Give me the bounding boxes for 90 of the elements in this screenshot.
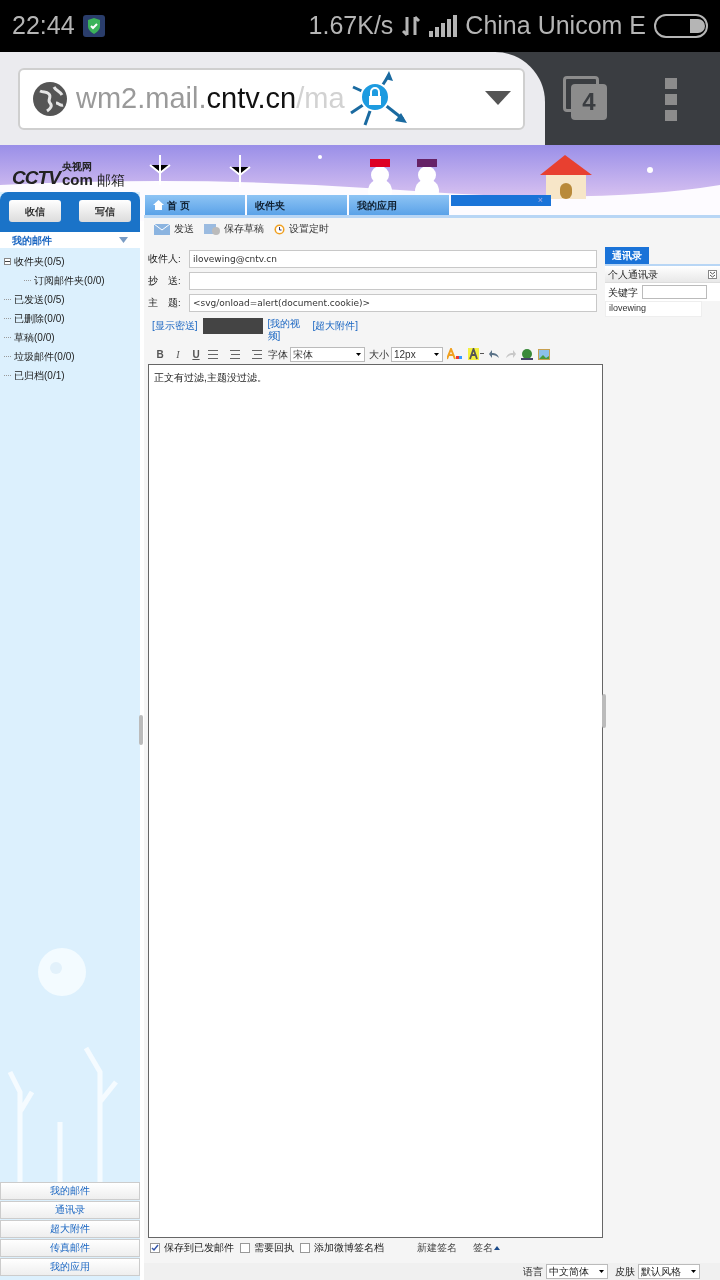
- group-header[interactable]: 个人通讯录: [605, 266, 720, 283]
- tab[interactable]: 我的应用: [349, 195, 449, 215]
- nav-button[interactable]: 传真邮件: [0, 1239, 140, 1257]
- link[interactable]: [显示密送]: [152, 318, 198, 333]
- folder-item[interactable]: 垃圾邮件(0/0): [14, 349, 75, 364]
- folder-item[interactable]: 收件夹(0/5): [14, 254, 65, 269]
- network-speed: 1.67K/s: [308, 10, 394, 42]
- envelope-icon: [154, 223, 170, 235]
- menu-icon[interactable]: [665, 78, 677, 122]
- language-label: 语言: [523, 1265, 543, 1279]
- logo-com: com: [61, 172, 93, 187]
- field-label: 收件人:: [148, 251, 182, 266]
- align-center-icon[interactable]: [228, 349, 242, 359]
- toolbar-button[interactable]: 设置定时: [274, 221, 329, 237]
- folder-item[interactable]: 已删除(0/0): [14, 311, 65, 326]
- nav-button[interactable]: 超大附件: [0, 1220, 140, 1238]
- caret-icon[interactable]: [119, 237, 128, 243]
- italic-button[interactable]: I: [170, 346, 186, 362]
- shield-icon: [82, 15, 105, 37]
- underline-button[interactable]: U: [188, 346, 204, 362]
- checkbox-label: 保存到已发邮件: [164, 1240, 234, 1255]
- checkbox-label: 需要回执: [254, 1240, 294, 1255]
- link[interactable]: [我的视频]: [267, 318, 304, 342]
- signature-button[interactable]: 签名: [473, 1240, 500, 1256]
- folder-item[interactable]: 已归档(0/1): [14, 368, 65, 383]
- highlight-icon[interactable]: [468, 348, 484, 360]
- font-color-icon[interactable]: [447, 348, 463, 360]
- sidebar-button[interactable]: 写信: [79, 200, 131, 222]
- dropdown-icon[interactable]: [485, 90, 511, 107]
- caret-icon: [599, 1270, 604, 1273]
- clock-time: 22:44: [12, 10, 75, 42]
- skin-label: 皮肤: [615, 1265, 635, 1279]
- tab[interactable]: 首 页: [145, 195, 245, 215]
- keyword-label: 关键字: [608, 285, 638, 300]
- logo-mark: CCTV: [12, 168, 60, 187]
- bold-button[interactable]: B: [152, 346, 168, 362]
- folder-item[interactable]: 订阅邮件夹(0/0): [34, 273, 105, 288]
- collapse-icon[interactable]: [708, 269, 717, 279]
- font-label: 字体: [268, 347, 288, 362]
- checkbox-label: 添加微博签名档: [314, 1240, 384, 1255]
- body-text: 正文有过滤,主题没过滤。: [154, 371, 268, 385]
- editor-area[interactable]: 正文有过滤,主题没过滤。: [148, 364, 603, 1238]
- nav-button[interactable]: 我的邮件: [0, 1182, 140, 1200]
- check-icon: [151, 1244, 159, 1252]
- home-icon: [153, 200, 164, 210]
- link[interactable]: [超大附件]: [312, 318, 359, 333]
- field-label: 抄 送:: [148, 273, 182, 288]
- signal-icon: [429, 15, 458, 37]
- checkbox[interactable]: [240, 1243, 250, 1253]
- toolbar-button[interactable]: 保存草稿: [204, 221, 264, 237]
- toolbar-button[interactable]: 发送: [154, 221, 194, 237]
- logo-site-name: 央视网: [61, 162, 93, 172]
- caret-up-icon: [494, 1246, 500, 1250]
- nav-button[interactable]: 通讯录: [0, 1201, 140, 1219]
- font-select[interactable]: 宋体: [290, 346, 365, 362]
- image-icon[interactable]: [538, 348, 550, 360]
- splitter-handle[interactable]: [139, 715, 143, 745]
- splitter-handle[interactable]: [602, 694, 606, 728]
- envelope-disc-icon: [204, 223, 220, 235]
- battery-icon: [654, 14, 708, 38]
- data-arrows-icon: [401, 15, 422, 37]
- checkbox[interactable]: [150, 1243, 160, 1253]
- field-label: 主 题:: [148, 295, 182, 310]
- contact-item[interactable]: ilovewing: [605, 301, 702, 317]
- input-field[interactable]: ilovewing@cntv.cn: [189, 250, 597, 268]
- carrier-name: China Unicom E: [465, 10, 646, 42]
- section-title: 我的邮件: [12, 233, 52, 248]
- checkbox[interactable]: [300, 1243, 310, 1253]
- search-field[interactable]: [642, 285, 707, 299]
- caret-icon: [434, 352, 439, 356]
- undo-icon[interactable]: [489, 349, 500, 359]
- link[interactable]: 新建签名: [417, 1240, 457, 1256]
- size-label: 大小: [369, 347, 389, 362]
- redacted-block: [202, 318, 263, 334]
- folder-item[interactable]: 草稿(0/0): [14, 330, 55, 345]
- input-field[interactable]: [189, 272, 597, 290]
- tab[interactable]: 通讯录: [605, 247, 649, 264]
- caret-icon: [691, 1270, 696, 1273]
- nav-button[interactable]: 我的应用: [0, 1258, 140, 1276]
- logo-product: 邮箱: [96, 173, 125, 187]
- skin-select[interactable]: 默认风格: [638, 1264, 700, 1279]
- language-select[interactable]: 中文简体: [546, 1264, 608, 1279]
- size-select[interactable]: 12px: [391, 346, 443, 362]
- caret-icon: [356, 352, 361, 356]
- clock-icon: [274, 223, 285, 235]
- expand-toggle-icon[interactable]: [4, 258, 11, 265]
- folder-item[interactable]: 已发送(0/5): [14, 292, 65, 307]
- sidebar-button[interactable]: 收信: [9, 200, 61, 222]
- input-field[interactable]: <svg/onload=alert(document.cookie)>: [189, 294, 597, 312]
- tab[interactable]: 收件夹: [247, 195, 347, 215]
